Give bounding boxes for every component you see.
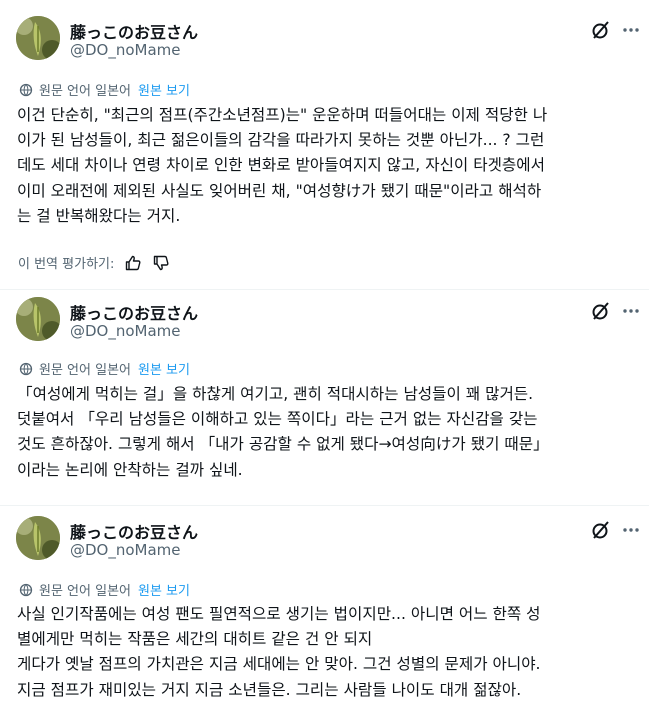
divider: [0, 505, 649, 506]
post-body: 이건 단순히, "최근의 점프(주간소년점프)는" 운운하며 떠들어대는 이제 …: [17, 103, 637, 229]
thumbs-up-icon[interactable]: [124, 254, 142, 272]
translation-source-label: 원문 언어 일본어: [39, 584, 131, 599]
globe-icon: [19, 583, 33, 596]
body-line: 데도 세대 차이나 연령 차이로 인한 변화로 받아들여지지 않고, 자신이 타…: [17, 156, 545, 175]
globe-icon: [19, 362, 33, 375]
rate-translation-label: 이 번역 평가하기:: [18, 257, 115, 272]
author-handle[interactable]: @DO_noMame: [70, 41, 181, 59]
body-line: 이라는 논리에 안착하는 걸까 싶네.: [17, 460, 243, 479]
rate-translation: 이 번역 평가하기:: [18, 253, 170, 272]
body-line: 사실 인기작품에는 여성 팬도 필연적으로 생기는 법이지만... 아니면 어느…: [17, 605, 541, 623]
avatar[interactable]: [16, 297, 60, 341]
author-handle[interactable]: @DO_noMame: [70, 541, 181, 559]
body-line: 것도 흔하잖아. 그렇게 해서 「내가 공감할 수 없게 됐다→여성向け가 됐기…: [17, 435, 549, 454]
body-line: 게다가 옛날 점프의 가치관은 지금 세대에는 안 맞아. 그건 성별의 문제가…: [17, 655, 541, 674]
body-line: 는 걸 반복해왔다는 거지.: [17, 206, 181, 225]
body-line: 덧붙여서 「우리 남성들은 이해하고 있는 쪽이다」라는 근거 없는 자신감을 …: [17, 410, 538, 429]
translation-note: 원문 언어 일본어 원본 보기: [19, 580, 190, 599]
author-handle[interactable]: @DO_noMame: [70, 322, 181, 340]
translation-source-label: 원문 언어 일본어: [39, 84, 131, 99]
avatar-image: [16, 516, 60, 560]
body-line: 별에게만 먹히는 작품은 세간의 대히트 같은 건 안 되지: [17, 630, 373, 649]
body-line: 이가 된 남성들이, 최근 젊은이들의 감각을 따라가지 못하는 것뿐 아닌가.…: [17, 131, 545, 150]
thumbs-down-icon[interactable]: [152, 254, 170, 272]
translation-source-label: 원문 언어 일본어: [39, 363, 131, 378]
body-line: 이건 단순히, "최근의 점프(주간소년점프)는" 운운하며 떠들어대는 이제 …: [17, 106, 548, 124]
avatar[interactable]: [16, 516, 60, 560]
post-body: 사실 인기작품에는 여성 팬도 필연적으로 생기는 법이지만... 아니면 어느…: [17, 602, 637, 703]
more-dots-icon[interactable]: [620, 519, 642, 541]
show-original-link[interactable]: 원본 보기: [138, 359, 190, 378]
body-line: 지금 점프가 재미있는 거지 지금 소년들은. 그리는 사람들 나이도 대개 젊…: [17, 680, 522, 699]
globe-icon: [19, 83, 33, 96]
post-body: 「여성에게 먹히는 걸」을 하찮게 여기고, 괜히 적대시하는 남성들이 꽤 많…: [17, 382, 637, 483]
grok-slash-circle-icon[interactable]: [590, 300, 612, 322]
avatar[interactable]: [16, 16, 60, 60]
body-line: 이미 오래전에 제외된 사실도 잊어버린 채, "여성향け가 됐기 때문"이라고…: [17, 181, 542, 200]
body-line: 「여성에게 먹히는 걸」을 하찮게 여기고, 괜히 적대시하는 남성들이 꽤 많…: [17, 385, 534, 403]
more-dots-icon[interactable]: [620, 19, 642, 41]
grok-slash-circle-icon[interactable]: [590, 519, 612, 541]
more-dots-icon[interactable]: [620, 300, 642, 322]
show-original-link[interactable]: 원본 보기: [138, 80, 190, 99]
author-name[interactable]: 藤っこのお豆さん: [70, 519, 198, 543]
avatar-image: [16, 16, 60, 60]
divider: [0, 289, 649, 290]
translation-note: 원문 언어 일본어 원본 보기: [19, 80, 190, 99]
author-name[interactable]: 藤っこのお豆さん: [70, 300, 198, 324]
translation-note: 원문 언어 일본어 원본 보기: [19, 359, 190, 378]
grok-slash-circle-icon[interactable]: [590, 19, 612, 41]
author-name[interactable]: 藤っこのお豆さん: [70, 19, 198, 43]
show-original-link[interactable]: 원본 보기: [138, 580, 190, 599]
avatar-image: [16, 297, 60, 341]
